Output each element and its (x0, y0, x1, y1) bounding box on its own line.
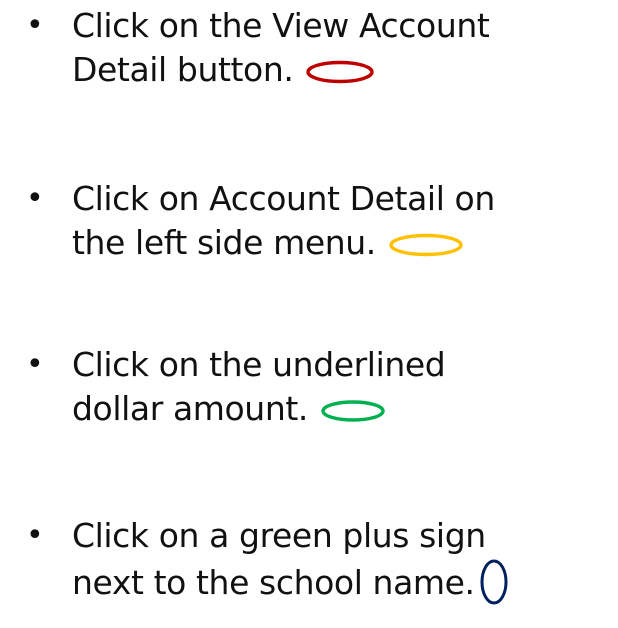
bullet-line-1: Click on a green plus sign (72, 516, 486, 555)
bullet-text: Click on the underlined dollar amount. (72, 343, 446, 431)
bullet-line-2: the left side menu. (72, 223, 376, 262)
bullet-line-2: dollar amount. (72, 389, 308, 428)
bullet-line-1: Click on the underlined (72, 345, 446, 384)
bullet-text: Click on Account Detail on the left side… (72, 177, 495, 265)
bullet-line-1: Click on the View Account (72, 6, 490, 45)
bullet-line-1: Click on Account Detail on (72, 179, 495, 218)
instruction-slide: • Click on the View Account Detail butto… (0, 0, 618, 628)
bullet-text: Click on the View Account Detail button. (72, 4, 490, 92)
yellow-ellipse-marker-icon (389, 233, 463, 256)
bullet-dot: • (26, 347, 44, 382)
bullet-dot: • (26, 8, 44, 43)
bullet-line-2: Detail button. (72, 50, 294, 89)
red-ellipse-marker-icon (306, 60, 375, 83)
bullet-text: Click on a green plus sign next to the s… (72, 514, 509, 606)
bullet-dot: • (26, 518, 44, 553)
green-ellipse-marker-icon (321, 399, 385, 422)
navy-circle-marker-icon (480, 559, 508, 605)
bullet-dot: • (26, 181, 44, 216)
bullet-line-2: next to the school name. (72, 563, 475, 602)
